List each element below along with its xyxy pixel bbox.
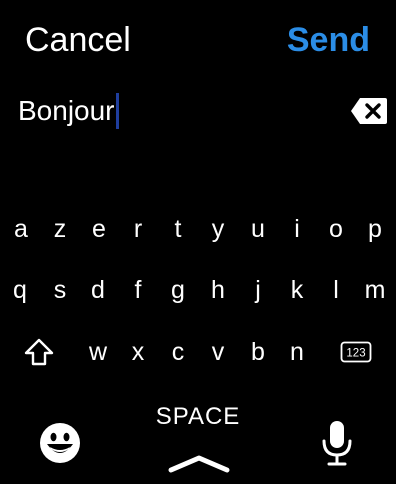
key-v[interactable]: v [198,330,238,374]
key-p[interactable]: p [355,207,395,251]
key-y[interactable]: y [198,207,238,251]
key-i[interactable]: i [277,207,317,251]
text-caret [115,93,119,129]
key-u[interactable]: u [238,207,278,251]
key-m[interactable]: m [355,268,395,312]
key-o[interactable]: o [316,207,356,251]
key-s[interactable]: s [40,268,80,312]
backspace-icon[interactable] [350,97,388,125]
key-f[interactable]: f [118,268,158,312]
key-c[interactable]: c [158,330,198,374]
key-d[interactable]: d [78,268,118,312]
key-w[interactable]: w [78,330,118,374]
microphone-icon[interactable] [320,419,354,467]
space-key[interactable]: SPACE [148,402,248,432]
send-button[interactable]: Send [287,20,370,60]
key-j[interactable]: j [238,268,278,312]
key-x[interactable]: x [118,330,158,374]
key-a[interactable]: a [1,207,41,251]
message-input[interactable]: Bonjour [18,92,119,130]
key-b[interactable]: b [238,330,278,374]
shift-icon[interactable] [24,338,54,366]
key-n[interactable]: n [277,330,317,374]
key-e[interactable]: e [79,207,119,251]
key-z[interactable]: z [40,207,80,251]
key-t[interactable]: t [158,207,198,251]
key-g[interactable]: g [158,268,198,312]
numbers-key-label: 123 [346,348,365,360]
key-l[interactable]: l [316,268,356,312]
emoji-icon[interactable] [39,422,81,464]
keyboard-row-2: qsdfghjklm [0,268,396,312]
key-h[interactable]: h [198,268,238,312]
keyboard-row-1: azertyuiop [0,207,396,251]
chevron-up-icon[interactable] [167,452,231,474]
keyboard-row-3: wxcvbn [0,330,396,374]
message-text: Bonjour [18,95,115,126]
key-k[interactable]: k [277,268,317,312]
key-r[interactable]: r [118,207,158,251]
numbers-key[interactable]: 123 [340,338,372,366]
key-q[interactable]: q [0,268,40,312]
cancel-button[interactable]: Cancel [25,20,131,60]
